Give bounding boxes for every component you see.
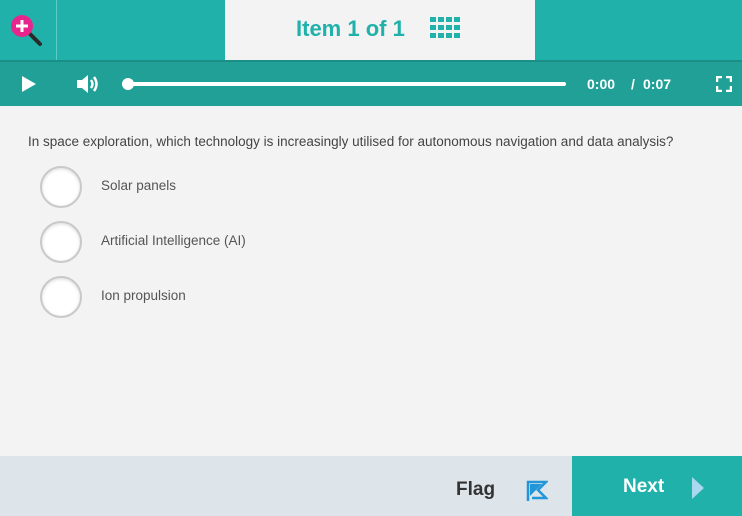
footer-bar: Flag Next (0, 456, 742, 516)
next-button[interactable]: Next (572, 456, 742, 516)
radio-button[interactable] (40, 276, 82, 318)
next-arrow-icon (692, 477, 704, 499)
seek-bar[interactable] (127, 82, 566, 86)
option-label: Artificial Intelligence (AI) (101, 233, 246, 248)
answer-option-2[interactable]: Artificial Intelligence (AI) (40, 221, 440, 263)
item-counter: Item 1 of 1 (296, 16, 405, 41)
fullscreen-icon[interactable] (716, 76, 732, 92)
next-label: Next (623, 476, 665, 497)
item-indicator: Item 1 of 1 (225, 0, 535, 60)
zoom-in-icon (11, 15, 42, 46)
top-bar: Item 1 of 1 (0, 0, 742, 60)
volume-icon[interactable] (76, 73, 102, 95)
audio-player: 0:00 / 0:07 (0, 60, 742, 106)
time-separator: / (631, 76, 635, 92)
question-prompt: In space exploration, which technology i… (28, 134, 674, 149)
zoom-button[interactable] (0, 0, 57, 60)
flag-label: Flag (456, 479, 496, 500)
current-time: 0:00 (587, 76, 616, 92)
radio-button[interactable] (40, 166, 82, 208)
answer-option-3[interactable]: Ion propulsion (40, 276, 440, 318)
item-grid-icon[interactable] (430, 17, 460, 39)
total-time: 0:07 (643, 76, 672, 92)
play-icon[interactable] (20, 74, 38, 94)
assessment-page: Item 1 of 1 0:00 / 0:07 In space explora… (0, 0, 742, 516)
answer-option-1[interactable]: Solar panels (40, 166, 440, 208)
seek-handle[interactable] (122, 78, 134, 90)
radio-button[interactable] (40, 221, 82, 263)
flag-button[interactable]: Flag (440, 456, 572, 516)
flag-icon (526, 480, 548, 501)
option-label: Solar panels (101, 178, 177, 193)
option-label: Ion propulsion (101, 288, 186, 303)
